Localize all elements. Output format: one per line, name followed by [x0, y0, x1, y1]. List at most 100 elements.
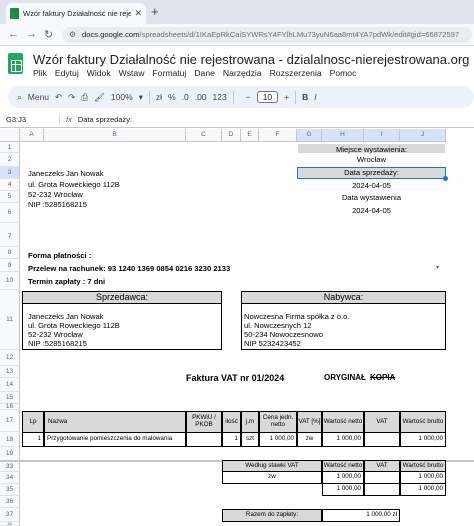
seller-box-street: ul. Grota Roweckiego 112B [28, 321, 120, 330]
row-header[interactable]: 8 [0, 247, 20, 259]
close-tab-icon[interactable]: ✕ [134, 8, 142, 19]
font-size-input[interactable]: 10 [256, 91, 279, 103]
row-header[interactable]: 7 [0, 223, 20, 247]
print-icon[interactable]: ⎙ [81, 92, 88, 103]
column-header[interactable]: A [20, 129, 44, 142]
row-header[interactable]: 38 [0, 522, 20, 526]
buyer-city: 50-234 Nowoczesnowo [244, 330, 323, 339]
column-header[interactable]: I [364, 129, 400, 142]
table-cell[interactable] [364, 432, 400, 447]
sheet-grid[interactable]: A B C D E F G H I J 1 2 3 4 5 6 7 8 9 10… [0, 129, 474, 526]
table-cell[interactable]: Przygotowanie pomieszczenia do malowania [44, 432, 186, 447]
seller-box-nip: NIP :5285168215 [28, 339, 87, 348]
number-format-button[interactable]: 123 [213, 92, 227, 102]
column-header[interactable]: E [241, 129, 259, 142]
row-header[interactable]: 19 [0, 447, 20, 461]
menu-narzedzia[interactable]: Narzędzia [223, 68, 262, 78]
row-header[interactable]: 1 [0, 142, 20, 153]
seller-nip: NIP :5285168215 [28, 200, 87, 209]
row-header[interactable]: 18 [0, 432, 20, 447]
column-header[interactable]: B [44, 129, 186, 142]
row-header[interactable]: 36 [0, 496, 20, 508]
menu-widok[interactable]: Widok [87, 68, 111, 78]
formula-input[interactable]: Data sprzedaży: [78, 115, 132, 124]
row-header[interactable]: 13 [0, 366, 20, 378]
back-icon[interactable]: ← [8, 28, 19, 40]
table-cell[interactable]: zw [297, 432, 322, 447]
zoom-select[interactable]: 100% [111, 92, 133, 102]
dropdown-arrow-icon[interactable]: ▾ [436, 264, 439, 271]
row-header[interactable]: 14 [0, 378, 20, 392]
new-tab-icon[interactable]: + [151, 4, 159, 19]
row-header[interactable]: 3 [0, 167, 20, 179]
buyer-nip: NIP 5232423452 [244, 339, 301, 348]
formula-bar: G3:J3 fx Data sprzedaży: [0, 112, 474, 128]
reload-icon[interactable]: ↻ [44, 28, 53, 41]
table-header-gross: Wartość brutto [400, 411, 446, 433]
row-header[interactable]: 33 [0, 461, 20, 472]
document-title[interactable]: Wzór faktury Działalność nie rejestrowan… [33, 52, 469, 67]
row-header[interactable]: 10 [0, 272, 20, 290]
summary-cell[interactable]: 1 000,00 [400, 483, 446, 496]
minus-icon[interactable]: − [246, 92, 251, 102]
menu-formatuj[interactable]: Formatuj [152, 68, 186, 78]
sheets-logo-icon[interactable] [8, 53, 23, 74]
row-header[interactable]: 35 [0, 484, 20, 496]
decrease-decimal-button[interactable]: .0 [182, 92, 189, 102]
search-icon: ⌕ [17, 91, 22, 102]
summary-cell[interactable]: 1 000,00 [322, 483, 364, 496]
table-cell[interactable]: 1 000,00 [259, 432, 297, 447]
name-box[interactable]: G3:J3 [0, 115, 60, 124]
table-cell[interactable]: 1 000,00 [400, 432, 446, 447]
row-header[interactable]: 12 [0, 350, 20, 366]
table-cell[interactable]: 1 [222, 432, 241, 447]
buyer-header: Nabywca: [323, 292, 364, 302]
browser-tab[interactable]: Wzór faktury Działalność nie rejestrowan… [6, 3, 146, 24]
column-header[interactable]: H [322, 129, 364, 142]
table-cell[interactable] [186, 432, 222, 447]
table-cell[interactable]: 1 000,00 [322, 432, 364, 447]
row-header[interactable]: 4 [0, 179, 20, 191]
italic-icon[interactable]: I [314, 92, 316, 102]
url-field[interactable]: ⚙ docs.google.com/spreadsheets/d/1IKaEpR… [62, 27, 472, 43]
menu-rozszerzenia[interactable]: Rozszerzenia [270, 68, 322, 78]
bold-icon[interactable]: B [302, 92, 308, 102]
row-header[interactable]: 6 [0, 203, 20, 223]
row-header[interactable]: 34 [0, 472, 20, 484]
undo-icon[interactable]: ↶ [55, 92, 62, 103]
row-header[interactable]: 5 [0, 191, 20, 203]
row-header[interactable]: 11 [0, 290, 20, 350]
forward-icon[interactable]: → [26, 28, 37, 40]
table-cell[interactable]: 1 [22, 432, 44, 447]
percent-format-button[interactable]: % [168, 92, 176, 102]
menu-pomoc[interactable]: Pomoc [330, 68, 357, 78]
column-header[interactable]: F [259, 129, 297, 142]
row-header[interactable]: 9 [0, 259, 20, 272]
summary-cell[interactable] [364, 483, 400, 496]
select-all-corner[interactable] [0, 129, 20, 142]
row-header[interactable]: 17 [0, 410, 20, 432]
row-header[interactable]: 37 [0, 508, 20, 522]
increase-decimal-button[interactable]: .00 [195, 92, 207, 102]
menu-edytuj[interactable]: Edytuj [55, 68, 79, 78]
search-menus-button[interactable]: ⌕ Menu [14, 92, 52, 103]
plus-icon[interactable]: + [284, 92, 289, 102]
column-header[interactable]: D [222, 129, 241, 142]
chevron-down-icon[interactable]: ▾ [139, 92, 143, 103]
menu-plik[interactable]: Plik [33, 68, 47, 78]
paint-format-icon[interactable]: 🖌 [94, 92, 105, 103]
menu-dane[interactable]: Dane [194, 68, 215, 78]
table-cell[interactable]: szt [241, 432, 259, 447]
column-header[interactable]: G [297, 129, 322, 142]
menu-wstaw[interactable]: Wstaw [119, 68, 145, 78]
column-header[interactable]: J [400, 129, 446, 142]
row-header[interactable]: 2 [0, 153, 20, 167]
site-info-icon[interactable]: ⚙ [69, 27, 76, 43]
payment-due: Termin zapłaty : 7 dni [28, 277, 106, 286]
total-value[interactable]: 1 000,00 zł [322, 509, 400, 522]
column-header[interactable]: C [186, 129, 222, 142]
currency-format-button[interactable]: zł [156, 92, 162, 102]
sale-date-label[interactable]: Data sprzedaży: [297, 167, 446, 179]
redo-icon[interactable]: ↷ [68, 92, 75, 103]
summary-cell[interactable]: zw [222, 471, 322, 484]
